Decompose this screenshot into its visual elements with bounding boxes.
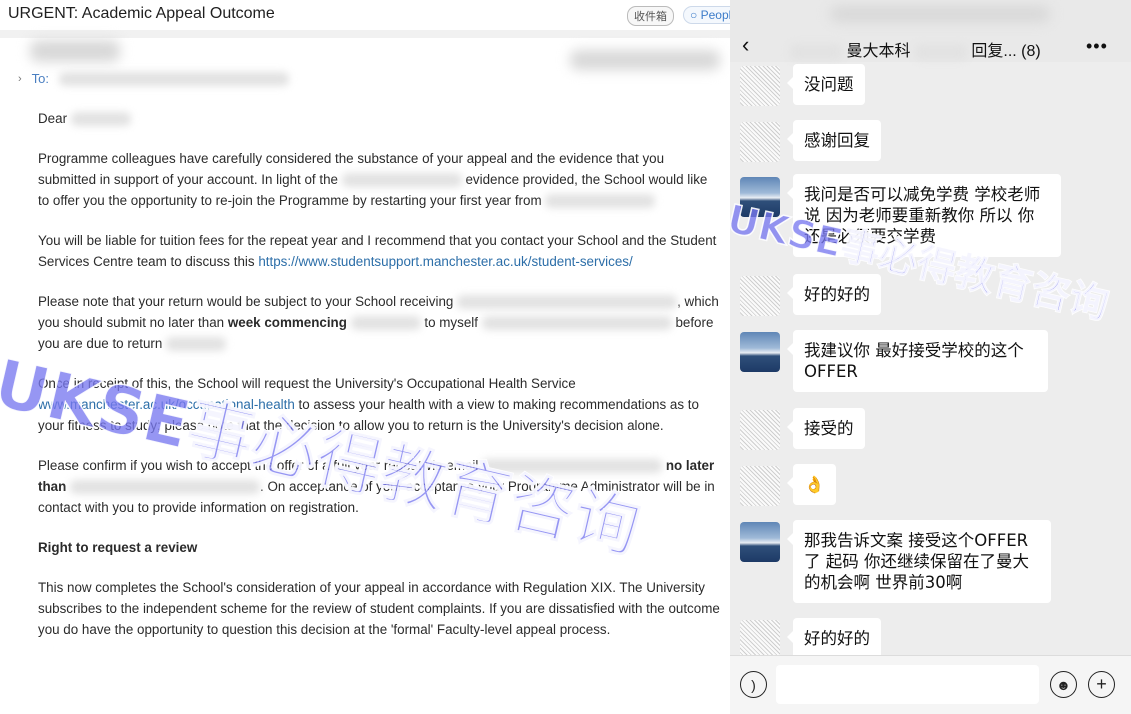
chat-header: ‹ 曼大本科 回复... (8) ••• — [730, 0, 1131, 62]
message-bubble[interactable]: 我问是否可以减免学费 学校老师说 因为老师要重新教你 所以 你还是必须要交学费 — [787, 174, 1061, 257]
email-subject: URGENT: Academic Appeal Outcome — [8, 5, 275, 22]
emoji-icon[interactable]: ☻ — [1050, 671, 1077, 698]
redacted-title — [790, 43, 842, 60]
paragraph-6: This now completes the School's consider… — [38, 580, 720, 637]
review-heading-text: Right to request a review — [38, 540, 198, 555]
chat-title[interactable]: 曼大本科 回复... (8) — [790, 37, 1041, 61]
redacted-date-text — [70, 480, 260, 495]
chat-title-suffix: 回复... (8) — [971, 43, 1041, 60]
paragraph-2: You will be liable for tuition fees for … — [38, 230, 722, 272]
paragraph-5: Please confirm if you wish to accept the… — [38, 455, 722, 518]
avatar[interactable] — [740, 620, 780, 660]
plus-icon[interactable]: + — [1088, 671, 1115, 698]
people-tag-label: Peopl — [700, 8, 730, 22]
avatar[interactable] — [740, 410, 780, 450]
message-bubble[interactable]: 我建议你 最好接受学校的这个OFFER — [787, 330, 1048, 392]
redacted-text — [457, 295, 678, 310]
review-heading: Right to request a review — [38, 537, 722, 558]
message-bubble[interactable]: 好的好的 — [787, 274, 881, 315]
avatar[interactable] — [740, 122, 780, 162]
paragraph-3-text-c: to myself — [424, 315, 478, 330]
redacted-sender — [30, 40, 120, 62]
chat-title-text: 曼大本科 — [846, 43, 911, 60]
redacted-title — [914, 43, 967, 60]
paragraph-3-bold: week commencing — [227, 315, 347, 330]
paragraph-3-text-a: Please note that your return would be su… — [38, 294, 454, 309]
recipient-row[interactable]: › To: — [18, 71, 290, 86]
greeting: Dear — [38, 111, 68, 126]
redacted-email — [482, 459, 663, 474]
back-icon[interactable]: ‹ — [742, 34, 749, 56]
avatar[interactable] — [740, 276, 780, 316]
message-bubble[interactable]: 👌 — [787, 464, 836, 505]
redacted-date-text — [545, 194, 656, 209]
message-bubble[interactable]: 好的好的 — [787, 618, 881, 659]
redacted-email — [481, 316, 672, 331]
greeting-line: Dear — [38, 108, 722, 129]
paragraph-4: Once in receipt of this, the School will… — [38, 373, 722, 436]
to-label: To: — [31, 71, 50, 86]
voice-icon[interactable]: ) — [740, 671, 767, 698]
paragraph-4-text-a: Once in receipt of this, the School will… — [38, 376, 576, 391]
message-bubble[interactable]: 感谢回复 — [787, 120, 881, 161]
email-pane: URGENT: Academic Appeal Outcome 收件箱 ○ Pe… — [0, 0, 730, 714]
student-support-link[interactable]: https://www.studentsupport.manchester.ac… — [258, 254, 632, 269]
redacted-date — [570, 50, 720, 70]
message-bubble[interactable]: 接受的 — [787, 408, 865, 449]
chat-input-bar: ) ☻ + — [730, 655, 1131, 714]
redacted-text — [166, 337, 227, 352]
header-divider — [0, 30, 730, 38]
message-bubble[interactable]: 没问题 — [787, 64, 865, 105]
paragraph-5-text-a: Please confirm if you wish to accept the… — [38, 458, 479, 473]
avatar[interactable] — [740, 332, 780, 372]
people-tag[interactable]: ○ Peopl — [683, 6, 730, 24]
redacted-status-bar — [830, 6, 1050, 22]
inbox-tag[interactable]: 收件箱 — [627, 6, 674, 26]
redacted-name — [70, 112, 131, 127]
chat-pane: ‹ 曼大本科 回复... (8) ••• 没问题 感谢回复 我问是否可以减免学费… — [730, 0, 1131, 714]
avatar[interactable] — [740, 522, 780, 562]
chevron-right-icon[interactable]: › — [18, 73, 22, 85]
occupational-health-link[interactable]: www.manchester.ac.uk/occupational-health — [38, 397, 295, 412]
paragraph-1: Programme colleagues have carefully cons… — [38, 148, 722, 211]
message-input[interactable] — [776, 665, 1039, 704]
redacted-text — [341, 173, 462, 188]
message-bubble[interactable]: 那我告诉文案 接受这个OFFER了 起码 你还继续保留在了曼大的机会啊 世界前3… — [787, 520, 1051, 603]
avatar[interactable] — [740, 66, 780, 106]
avatar[interactable] — [740, 177, 780, 217]
paragraph-3: Please note that your return would be su… — [38, 291, 722, 354]
redacted-recipient — [59, 71, 290, 86]
email-body: Dear Programme colleagues have carefully… — [38, 108, 722, 659]
redacted-text — [350, 316, 421, 331]
more-icon[interactable]: ••• — [1086, 36, 1108, 57]
avatar[interactable] — [740, 466, 780, 506]
